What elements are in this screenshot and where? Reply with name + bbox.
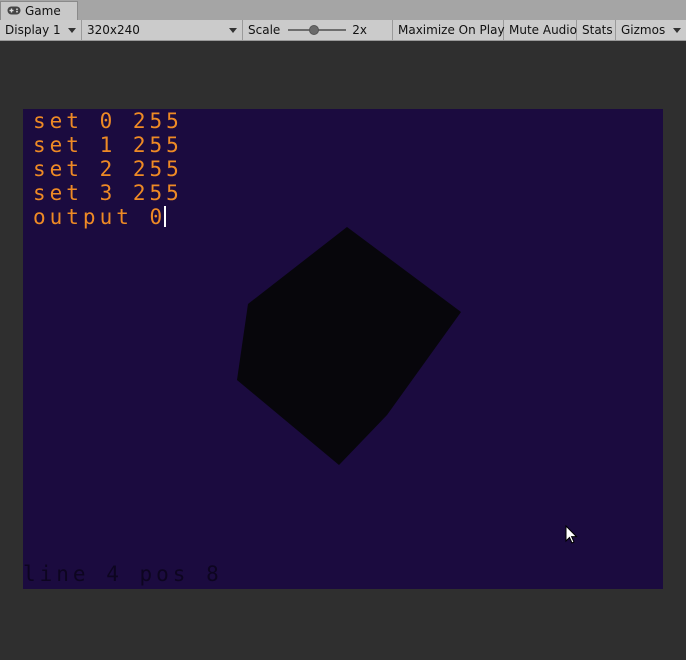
gizmos-label: Gizmos [621, 23, 666, 37]
tab-game[interactable]: Game [0, 1, 78, 20]
console-input-line[interactable]: output 0 [33, 205, 183, 229]
resolution-value: 320x240 [87, 23, 140, 37]
game-view-toolbar: Display 1 320x240 Scale 2x Maximize On P… [0, 20, 686, 41]
text-cursor [164, 206, 167, 227]
console-line: set 1 255 [33, 133, 183, 157]
gizmos-dropdown[interactable]: Gizmos [616, 20, 686, 40]
scale-value: 2x [352, 23, 368, 37]
display-dropdown[interactable]: Display 1 [0, 20, 82, 40]
mute-audio-label: Mute Audio [509, 23, 577, 37]
tab-label: Game [25, 4, 61, 18]
maximize-on-play-label: Maximize On Play [398, 23, 505, 37]
mouse-pointer-icon [565, 525, 578, 544]
chevron-down-icon [673, 27, 681, 33]
stats-button[interactable]: Stats [577, 20, 616, 40]
scale-control: Scale 2x [243, 20, 393, 40]
console-input-text: output 0 [33, 205, 167, 229]
mute-audio-button[interactable]: Mute Audio [504, 20, 577, 40]
scale-label: Scale [248, 23, 281, 37]
chevron-down-icon [68, 27, 76, 33]
stats-label: Stats [582, 23, 613, 37]
gamepad-icon [7, 4, 21, 18]
console-text: set 0 255 set 1 255 set 2 255 set 3 255 … [33, 109, 183, 229]
console-line: set 3 255 [33, 181, 183, 205]
scale-slider[interactable] [288, 25, 347, 35]
display-value: Display 1 [5, 23, 61, 37]
console-line: set 0 255 [33, 109, 183, 133]
status-line: line 4 pos 8 [23, 562, 223, 586]
resolution-dropdown[interactable]: 320x240 [82, 20, 243, 40]
scale-slider-thumb[interactable] [309, 25, 320, 35]
maximize-on-play-button[interactable]: Maximize On Play [393, 20, 505, 40]
chevron-down-icon [229, 27, 237, 33]
tab-strip: Game [0, 0, 686, 21]
console-line: set 2 255 [33, 157, 183, 181]
game-screen[interactable]: set 0 255 set 1 255 set 2 255 set 3 255 … [23, 109, 663, 589]
